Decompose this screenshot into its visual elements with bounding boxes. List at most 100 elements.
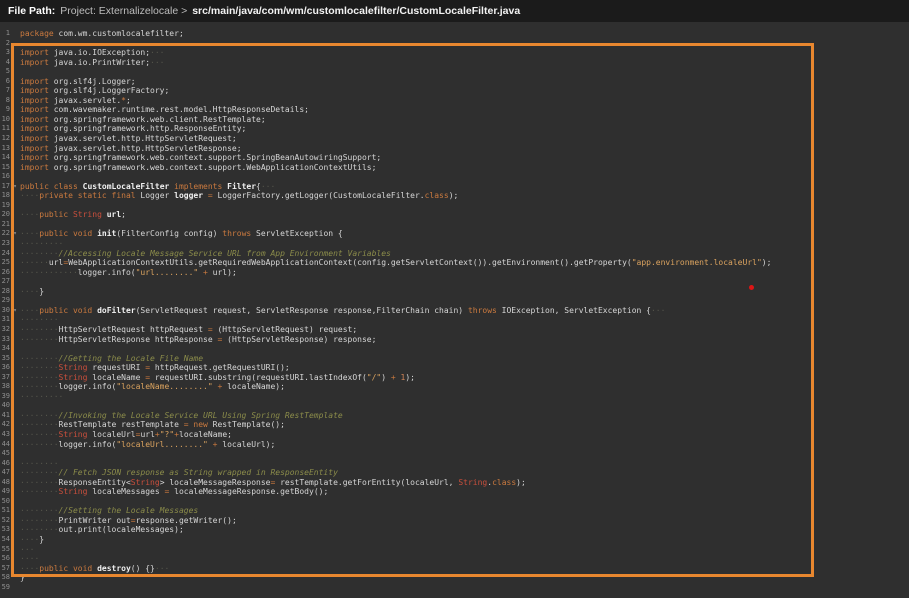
line-number: 33 xyxy=(0,335,10,345)
code-line: 37········String localeName = requestURI… xyxy=(0,373,909,383)
line-number: 49 xyxy=(0,487,10,497)
code-line: 26············logger.info("url........" … xyxy=(0,268,909,278)
code-line: 39········· xyxy=(0,392,909,402)
code-text: import com.wavemaker.runtime.rest.model.… xyxy=(20,105,309,115)
line-number: 15 xyxy=(0,163,10,173)
line-number: 9 xyxy=(0,105,10,115)
line-number: 50 xyxy=(0,497,10,507)
fold-gutter-spacer xyxy=(10,105,20,115)
code-line: 31········ xyxy=(0,315,909,325)
code-text: ········//Setting the Locale Messages xyxy=(20,506,198,516)
fold-gutter-spacer xyxy=(10,497,20,507)
fold-gutter-spacer xyxy=(10,201,20,211)
fold-gutter-spacer xyxy=(10,506,20,516)
fold-gutter-spacer xyxy=(10,535,20,545)
line-number: 20 xyxy=(0,210,10,220)
code-text: import org.slf4j.Logger; xyxy=(20,77,136,87)
code-text: ········HttpServletResponse httpResponse… xyxy=(20,335,376,345)
code-line: 7 import org.slf4j.LoggerFactory; xyxy=(0,86,909,96)
code-line: 8import javax.servlet.*; xyxy=(0,96,909,106)
line-number: 6 xyxy=(0,77,10,87)
fold-gutter-spacer xyxy=(10,430,20,440)
line-number: 7 xyxy=(0,86,10,96)
code-text: ········ xyxy=(20,459,59,469)
fold-gutter-spacer xyxy=(10,124,20,134)
code-text: ········logger.info("localeName........"… xyxy=(20,382,285,392)
code-text: ········PrintWriter out=response.getWrit… xyxy=(20,516,237,526)
code-text: ····private static final Logger logger =… xyxy=(20,191,458,201)
code-text: ····public void init(FilterConfig config… xyxy=(20,229,343,239)
code-line: 28····} xyxy=(0,287,909,297)
code-text: public class CustomLocaleFilter implemen… xyxy=(20,182,275,192)
fold-gutter-spacer xyxy=(10,48,20,58)
line-number: 11 xyxy=(0,124,10,134)
code-line: 45 xyxy=(0,449,909,459)
code-line: 55··· xyxy=(0,545,909,555)
fold-gutter-spacer xyxy=(10,363,20,373)
code-line: 46········ xyxy=(0,459,909,469)
code-line: 1 package com.wm.customlocalefilter; xyxy=(0,29,909,39)
fold-gutter-spacer xyxy=(10,315,20,325)
fold-gutter-spacer xyxy=(10,335,20,345)
code-line: 32········HttpServletRequest httpRequest… xyxy=(0,325,909,335)
fold-gutter-spacer xyxy=(10,163,20,173)
code-lines: 1package com.wm.customlocalefilter;23imp… xyxy=(0,29,909,592)
line-number: 28 xyxy=(0,287,10,297)
line-number: 22 xyxy=(0,229,10,239)
code-text: ······url=WebApplicationContextUtils.get… xyxy=(20,258,771,268)
code-line: 18····private static final Logger logger… xyxy=(0,191,909,201)
fold-gutter-spacer xyxy=(10,249,20,259)
code-line: 2 xyxy=(0,39,909,49)
code-line: 11import org.springframework.http.Respon… xyxy=(0,124,909,134)
line-number: 10 xyxy=(0,115,10,125)
code-line: 50 xyxy=(0,497,909,507)
line-number: 3 xyxy=(0,48,10,58)
code-line: 4import java.io.PrintWriter;··· xyxy=(0,58,909,68)
code-line: 25······url=WebApplicationContextUtils.g… xyxy=(0,258,909,268)
line-number: 35 xyxy=(0,354,10,364)
fold-arrow-icon[interactable]: ▾ xyxy=(10,306,20,316)
line-number: 8 xyxy=(0,96,10,106)
line-number: 47 xyxy=(0,468,10,478)
line-number: 42 xyxy=(0,420,10,430)
code-text: import org.springframework.web.client.Re… xyxy=(20,115,266,125)
code-line: 56···· xyxy=(0,554,909,564)
fold-gutter-spacer xyxy=(10,96,20,106)
fold-gutter-spacer xyxy=(10,554,20,564)
fold-gutter-spacer xyxy=(10,220,20,230)
fold-gutter-spacer xyxy=(10,58,20,68)
line-number: 36 xyxy=(0,363,10,373)
code-line: 17▾public class CustomLocaleFilter imple… xyxy=(0,182,909,192)
line-number: 53 xyxy=(0,525,10,535)
code-text: ···· xyxy=(20,554,39,564)
code-text: ········HttpServletRequest httpRequest =… xyxy=(20,325,357,335)
file-path-bar: File Path:Project: Externalizelocale >sr… xyxy=(0,0,909,22)
fold-arrow-icon[interactable]: ▾ xyxy=(10,182,20,192)
fold-gutter-spacer xyxy=(10,573,20,583)
fold-gutter-spacer xyxy=(10,583,20,593)
line-number: 1 xyxy=(0,29,10,39)
fold-arrow-icon[interactable]: ▾ xyxy=(10,229,20,239)
code-text: ········String localeMessages = localeMe… xyxy=(20,487,328,497)
line-number: 30 xyxy=(0,306,10,316)
code-line: 51········//Setting the Locale Messages xyxy=(0,506,909,516)
code-line: 34 xyxy=(0,344,909,354)
code-line: 15import org.springframework.web.context… xyxy=(0,163,909,173)
code-line: 59 xyxy=(0,583,909,593)
code-line: 58} xyxy=(0,573,909,583)
line-number: 19 xyxy=(0,201,10,211)
code-line: 38········logger.info("localeName.......… xyxy=(0,382,909,392)
code-text: package com.wm.customlocalefilter; xyxy=(20,29,184,39)
code-line: 6 import org.slf4j.Logger; xyxy=(0,77,909,87)
code-text: import org.slf4j.LoggerFactory; xyxy=(20,86,169,96)
line-number: 41 xyxy=(0,411,10,421)
code-text: ········· xyxy=(20,392,63,402)
code-line: 10 import org.springframework.web.client.… xyxy=(0,115,909,125)
fold-gutter-spacer xyxy=(10,296,20,306)
code-line: 3import java.io.IOException;··· xyxy=(0,48,909,58)
code-text: import org.springframework.web.context.s… xyxy=(20,153,381,163)
line-number: 29 xyxy=(0,296,10,306)
code-text: ····public void doFilter(ServletRequest … xyxy=(20,306,665,316)
file-path-value: src/main/java/com/wm/customlocalefilter/… xyxy=(192,5,520,17)
code-line: 19 xyxy=(0,201,909,211)
